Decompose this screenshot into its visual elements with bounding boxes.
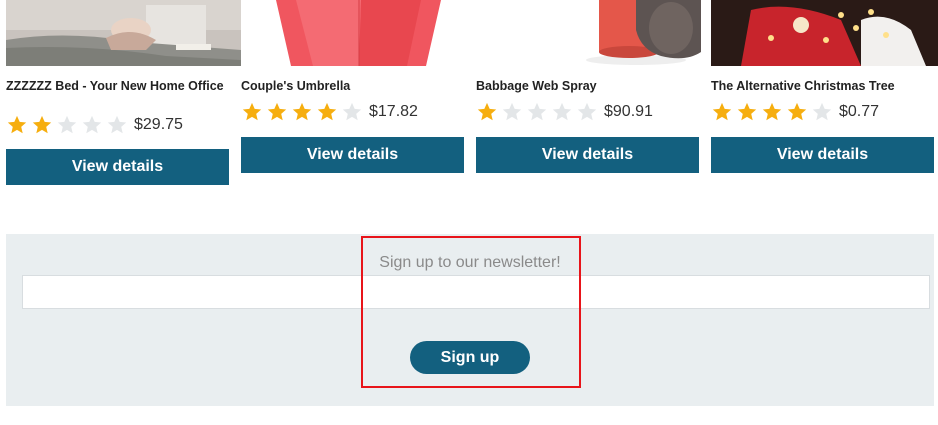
star-empty-icon [527,102,547,121]
star-filled-icon [737,102,757,121]
view-details-button[interactable]: View details [476,137,699,173]
product-title[interactable]: Babbage Web Spray [476,80,699,93]
signup-button[interactable]: Sign up [410,341,530,374]
view-details-button[interactable]: View details [711,137,934,173]
star-rating [476,101,601,123]
view-details-button[interactable]: View details [6,149,229,185]
star-filled-icon [267,102,287,121]
star-filled-icon [242,102,262,121]
product-image[interactable] [711,0,938,66]
star-empty-icon [577,102,597,121]
view-details-button[interactable]: View details [241,137,464,173]
star-empty-icon [57,115,77,134]
newsletter-title: Sign up to our newsletter! [379,254,561,271]
star-rating [6,114,131,136]
product-rating: $17.82 [241,100,418,124]
star-filled-icon [317,102,337,121]
product-image[interactable] [6,0,241,66]
star-empty-icon [342,102,362,121]
product-title[interactable]: The Alternative Christmas Tree [711,80,934,93]
product-rating: $0.77 [711,100,879,124]
product-rating: $29.75 [6,113,183,137]
star-empty-icon [502,102,522,121]
product-title[interactable]: ZZZZZZ Bed - Your New Home Office [6,80,229,93]
star-filled-icon [712,102,732,121]
star-empty-icon [812,102,832,121]
star-empty-icon [552,102,572,121]
product-price: $90.91 [604,103,653,120]
product-image[interactable] [241,0,476,66]
star-filled-icon [32,115,52,134]
product-grid: ZZZZZZ Bed - Your New Home Office $29.75… [0,0,938,200]
star-empty-icon [82,115,102,134]
product-title[interactable]: Couple's Umbrella [241,80,464,93]
star-rating [241,101,366,123]
newsletter-section: Sign up to our newsletter! Sign up [6,234,934,406]
star-filled-icon [7,115,27,134]
star-filled-icon [787,102,807,121]
star-filled-icon [762,102,782,121]
star-empty-icon [107,115,127,134]
newsletter-email-input[interactable] [22,275,930,309]
star-filled-icon [477,102,497,121]
product-image[interactable] [476,0,711,66]
product-price: $29.75 [134,116,183,133]
product-rating: $90.91 [476,100,653,124]
product-price: $17.82 [369,103,418,120]
product-price: $0.77 [839,103,880,120]
star-filled-icon [292,102,312,121]
star-rating [711,101,836,123]
